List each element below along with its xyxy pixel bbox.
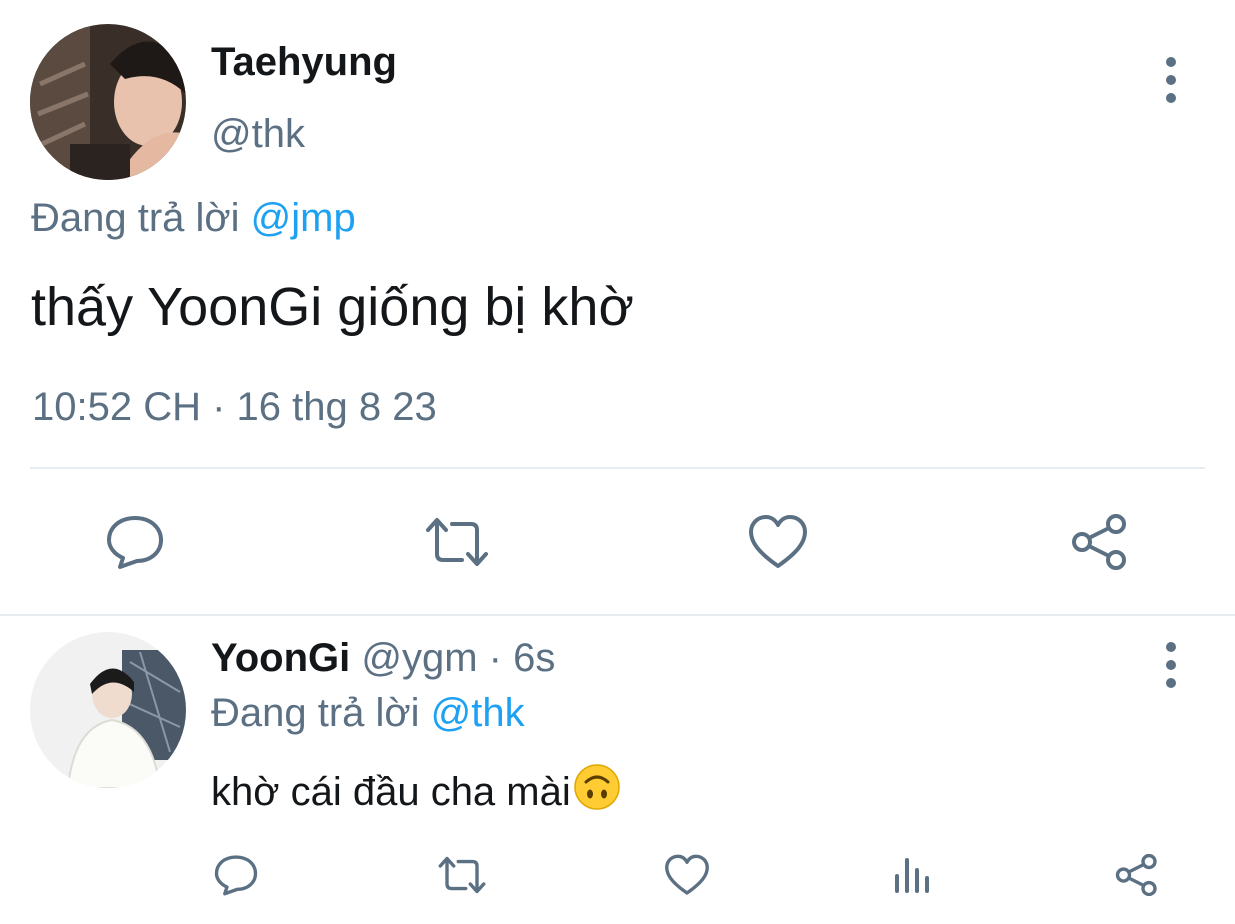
retweet-icon[interactable] <box>424 514 490 570</box>
reply-prefix: Đang trả lời <box>211 691 420 735</box>
tweet-text: khờ cái đầu cha mài <box>211 769 571 814</box>
retweet-icon[interactable] <box>437 854 487 896</box>
like-icon[interactable] <box>664 854 710 896</box>
reply-to-link[interactable]: @thk <box>431 691 525 735</box>
avatar-yoongi[interactable] <box>30 632 186 788</box>
display-name[interactable]: Taehyung <box>211 40 397 85</box>
reply-icon[interactable] <box>106 514 164 570</box>
upside-down-face-emoji <box>573 763 621 821</box>
reply-context: Đang trả lời @jmp <box>31 196 356 241</box>
reply-text-row: khờ cái đầu cha mài <box>211 763 621 821</box>
like-icon[interactable] <box>748 514 808 570</box>
tweet-timestamp[interactable]: 10:52 CH · 16 thg 8 23 <box>32 385 437 430</box>
section-divider <box>0 614 1235 616</box>
share-icon[interactable] <box>1070 514 1130 570</box>
more-options-icon[interactable] <box>1161 642 1181 696</box>
user-handle[interactable]: @thk <box>211 112 305 157</box>
reply-to-link[interactable]: @jmp <box>251 196 356 240</box>
reply-prefix: Đang trả lời <box>31 196 240 240</box>
more-options-icon[interactable] <box>1161 57 1181 111</box>
reply-header: YoonGi @ygm · 6s <box>211 636 555 681</box>
share-icon[interactable] <box>1114 854 1160 896</box>
handle-and-time[interactable]: @ygm · 6s <box>361 636 555 680</box>
divider <box>30 467 1205 469</box>
analytics-icon[interactable] <box>892 856 932 896</box>
reply-context: Đang trả lời @thk <box>211 691 525 736</box>
reply-icon[interactable] <box>214 854 258 896</box>
tweet-text: thấy YoonGi giống bị khờ <box>31 277 634 337</box>
display-name[interactable]: YoonGi <box>211 636 350 680</box>
avatar-taehyung[interactable] <box>30 24 186 180</box>
